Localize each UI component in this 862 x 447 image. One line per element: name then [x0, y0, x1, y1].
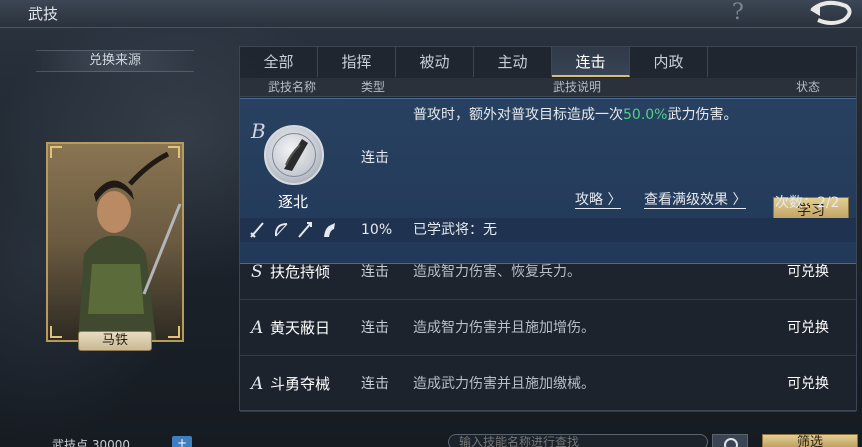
skill-row[interactable]: A 黄天蔽日 连击 造成智力伤害并且施加增伤。 可兑换 [240, 301, 856, 356]
help-icon[interactable]: ? [732, 0, 744, 25]
top-bar: 武技 ? [0, 0, 862, 28]
category-tabs: 全部 指挥 被动 主动 连击 内政 [240, 47, 856, 77]
skill-name: 斗勇夺械 [270, 375, 331, 393]
back-arrow-icon[interactable] [806, 0, 856, 28]
trigger-rate: 10% [361, 222, 393, 238]
skill-type: 连击 [361, 150, 389, 166]
skill-type: 连击 [361, 320, 389, 336]
max-level-effect-link[interactable]: 查看满级效果 〉 [644, 192, 747, 209]
bow-icon [274, 223, 288, 237]
search-icon [724, 438, 738, 447]
tab-active[interactable]: 主动 [474, 47, 552, 77]
sword-icon [250, 222, 264, 238]
hero-illustration [48, 144, 182, 340]
skill-points-label: 武技点 30000 [52, 438, 130, 447]
column-headers: 武技名称 类型 武技说明 状态 [240, 78, 856, 97]
skill-grade: A [251, 374, 264, 394]
tab-domestic[interactable]: 内政 [630, 47, 708, 77]
skill-row[interactable]: S 扶危持倾 连击 造成智力伤害、恢复兵力。 可兑换 [240, 245, 856, 300]
window-title: 武技 [28, 5, 59, 23]
col-desc: 武技说明 [553, 80, 602, 94]
col-status: 状态 [796, 80, 821, 94]
exchange-source-title: 兑换来源 [36, 50, 194, 72]
skill-row[interactable]: A 斗勇夺械 连击 造成武力伤害并且施加缴械。 可兑换 [240, 357, 856, 412]
damage-percent: 50.0% [623, 107, 668, 123]
skill-description: 造成智力伤害、恢复兵力。 [413, 264, 581, 280]
guide-link[interactable]: 攻略 〉 [575, 192, 622, 209]
skill-description: 普攻时，额外对普攻目标造成一次50.0%武力伤害。 [413, 107, 738, 123]
skill-description: 造成武力伤害并且施加缴械。 [413, 376, 595, 392]
skill-type: 连击 [361, 264, 389, 280]
col-name: 武技名称 [268, 80, 317, 94]
tab-all[interactable]: 全部 [240, 47, 318, 77]
skill-grade: A [251, 318, 264, 338]
skill-name: 黄天蔽日 [270, 319, 331, 337]
tab-command[interactable]: 指挥 [318, 47, 396, 77]
tab-passive[interactable]: 被动 [396, 47, 474, 77]
hero-portrait[interactable] [46, 142, 184, 342]
status-badge: 可兑换 [787, 320, 829, 336]
skill-type: 连击 [361, 376, 389, 392]
hero-name-tag: 马铁 [78, 331, 152, 351]
skill-icon [264, 125, 324, 185]
add-points-button[interactable]: + [172, 436, 192, 447]
uses-count: 次数：2/2 [775, 195, 840, 211]
skill-name: 扶危持倾 [270, 263, 331, 281]
status-badge: 可兑换 [787, 376, 829, 392]
blade-icon [284, 139, 308, 171]
filter-button[interactable]: 筛选 [762, 434, 858, 447]
skill-description: 造成智力伤害并且施加增伤。 [413, 320, 595, 336]
search-button[interactable] [712, 434, 748, 447]
status-badge: 可兑换 [787, 264, 829, 280]
horse-icon [324, 223, 335, 237]
search-input[interactable] [448, 434, 708, 447]
spear-icon [298, 222, 312, 238]
skill-list-panel: 全部 指挥 被动 主动 连击 内政 武技名称 类型 武技说明 状态 B 逐北 连… [239, 46, 857, 412]
selected-skill-details: 10% 已学武将：无 [240, 218, 856, 242]
col-type: 类型 [361, 80, 386, 94]
skill-name: 逐北 [278, 193, 309, 211]
tab-combo[interactable]: 连击 [552, 47, 630, 77]
learned-generals: 已学武将：无 [413, 222, 497, 238]
skill-grade: S [251, 262, 263, 282]
